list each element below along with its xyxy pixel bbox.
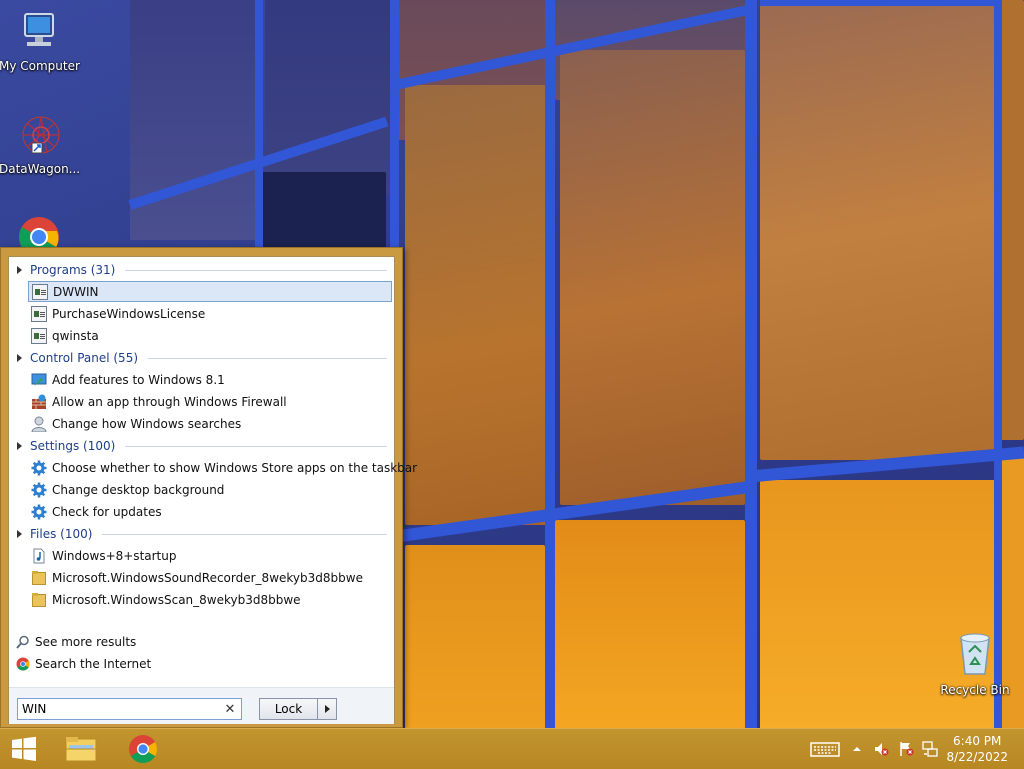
see-more-results-label: See more results <box>35 635 137 649</box>
show-hidden-icons-chevron-icon[interactable] <box>851 741 863 757</box>
result-label: PurchaseWindowsLicense <box>52 306 206 321</box>
chevron-right-icon <box>324 705 330 713</box>
gear-icon <box>31 460 47 475</box>
gear-icon <box>31 482 47 497</box>
result-label: qwinsta <box>52 328 99 343</box>
result-label: Change desktop background <box>52 482 225 497</box>
desktop-icon-label: DataWagon... <box>0 162 81 176</box>
group-header-label: Files (100) <box>30 527 93 541</box>
search-internet-link[interactable]: Search the Internet <box>16 654 151 674</box>
group-header-label: Control Panel (55) <box>30 351 139 365</box>
result-label: Check for updates <box>52 504 162 519</box>
gear-icon <box>31 504 47 519</box>
group-header-files[interactable]: Files (100) <box>17 525 387 543</box>
result-item-allow-app-firewall[interactable]: Allow an app through Windows Firewall <box>28 391 392 412</box>
result-item-windows-scan-folder[interactable]: Microsoft.WindowsScan_8wekyb3d8bbwe <box>28 589 392 610</box>
desktop-icon-label: Recycle Bin <box>940 683 1010 697</box>
clock-time: 6:40 PM <box>953 734 1002 748</box>
computer-icon <box>24 13 54 46</box>
result-item-qwinsta[interactable]: qwinsta <box>28 325 392 346</box>
expand-triangle-icon <box>17 530 22 538</box>
search-box[interactable]: ✕ <box>17 698 242 720</box>
file-explorer-icon <box>65 737 97 762</box>
magnifier-icon <box>16 635 29 649</box>
divider <box>125 269 387 271</box>
desktop-icon-label: My Computer <box>0 59 80 73</box>
result-item-change-windows-searches[interactable]: Change how Windows searches <box>28 413 392 434</box>
touch-keyboard-icon[interactable] <box>810 741 840 757</box>
divider <box>148 357 387 359</box>
clock-date: 8/22/2022 <box>946 750 1008 764</box>
result-item-purchase-windows-license[interactable]: PurchaseWindowsLicense <box>28 303 392 324</box>
add-features-icon <box>31 373 47 386</box>
result-label: Windows+8+startup <box>52 548 177 563</box>
volume-muted-icon[interactable] <box>873 741 889 757</box>
folder-icon <box>31 570 47 586</box>
taskbar: 6:40 PM 8/22/2022 <box>0 728 1024 769</box>
divider <box>102 533 387 535</box>
group-header-label: Settings (100) <box>30 439 116 453</box>
group-header-control-panel[interactable]: Control Panel (55) <box>17 349 387 367</box>
folder-icon <box>31 592 47 608</box>
desktop-icon-my-computer[interactable]: My Computer <box>0 10 80 73</box>
group-header-programs[interactable]: Programs (31) <box>17 261 387 279</box>
result-label: Change how Windows searches <box>52 416 242 431</box>
search-input[interactable] <box>18 700 222 718</box>
result-item-check-for-updates[interactable]: Check for updates <box>28 501 392 522</box>
desktop-icon-recycle-bin[interactable]: Recycle Bin <box>935 630 1015 697</box>
taskbar-clock[interactable]: 6:40 PM 8/22/2022 <box>946 733 1008 765</box>
chrome-icon <box>129 735 157 763</box>
result-label: Microsoft.WindowsSoundRecorder_8wekyb3d8… <box>52 570 363 585</box>
expand-triangle-icon <box>17 442 22 450</box>
taskbar-file-explorer-button[interactable] <box>58 729 104 769</box>
expand-triangle-icon <box>17 266 22 274</box>
program-icon <box>32 283 48 300</box>
firewall-icon <box>32 394 46 409</box>
audio-file-icon <box>33 548 45 563</box>
start-button[interactable] <box>0 729 48 769</box>
action-center-flag-icon[interactable] <box>898 741 914 757</box>
user-search-icon <box>31 416 47 432</box>
group-header-settings[interactable]: Settings (100) <box>17 437 387 455</box>
result-label: DWWIN <box>53 284 99 299</box>
result-item-change-desktop-background[interactable]: Change desktop background <box>28 479 392 500</box>
clear-search-icon[interactable]: ✕ <box>222 702 238 717</box>
datawagon-icon <box>22 116 60 154</box>
see-more-results-link[interactable]: See more results <box>16 632 136 652</box>
network-icon[interactable] <box>922 741 938 757</box>
start-menu-results: Programs (31) DWWIN PurchaseWindowsLicen… <box>8 256 417 724</box>
result-item-add-features[interactable]: Add features to Windows 8.1 <box>28 369 392 390</box>
taskbar-chrome-button[interactable] <box>120 729 166 769</box>
start-menu: Programs (31) DWWIN PurchaseWindowsLicen… <box>0 247 417 728</box>
result-label: Allow an app through Windows Firewall <box>52 394 287 409</box>
result-item-sound-recorder-folder[interactable]: Microsoft.WindowsSoundRecorder_8wekyb3d8… <box>28 567 392 588</box>
group-header-label: Programs (31) <box>30 263 116 277</box>
divider <box>125 445 387 447</box>
program-icon <box>31 305 47 322</box>
result-label: Add features to Windows 8.1 <box>52 372 225 387</box>
result-item-dwwin[interactable]: DWWIN <box>28 281 392 302</box>
lock-button[interactable]: Lock <box>259 698 337 720</box>
result-label: Choose whether to show Windows Store app… <box>52 460 418 475</box>
desktop-icon-datawagon[interactable]: DataWagon... <box>0 113 81 176</box>
lock-label: Lock <box>274 702 303 716</box>
expand-triangle-icon <box>17 354 22 362</box>
result-item-windows-store-apps-taskbar[interactable]: Choose whether to show Windows Store app… <box>28 457 417 478</box>
chrome-icon <box>16 657 30 671</box>
result-item-windows-8-startup[interactable]: Windows+8+startup <box>28 545 392 566</box>
windows-logo-icon <box>12 736 36 761</box>
program-icon <box>31 327 47 344</box>
power-options-arrow-button[interactable] <box>317 699 336 719</box>
result-label: Microsoft.WindowsScan_8wekyb3d8bbwe <box>52 592 301 607</box>
search-internet-label: Search the Internet <box>35 657 152 671</box>
recycle-bin-icon <box>960 633 990 675</box>
